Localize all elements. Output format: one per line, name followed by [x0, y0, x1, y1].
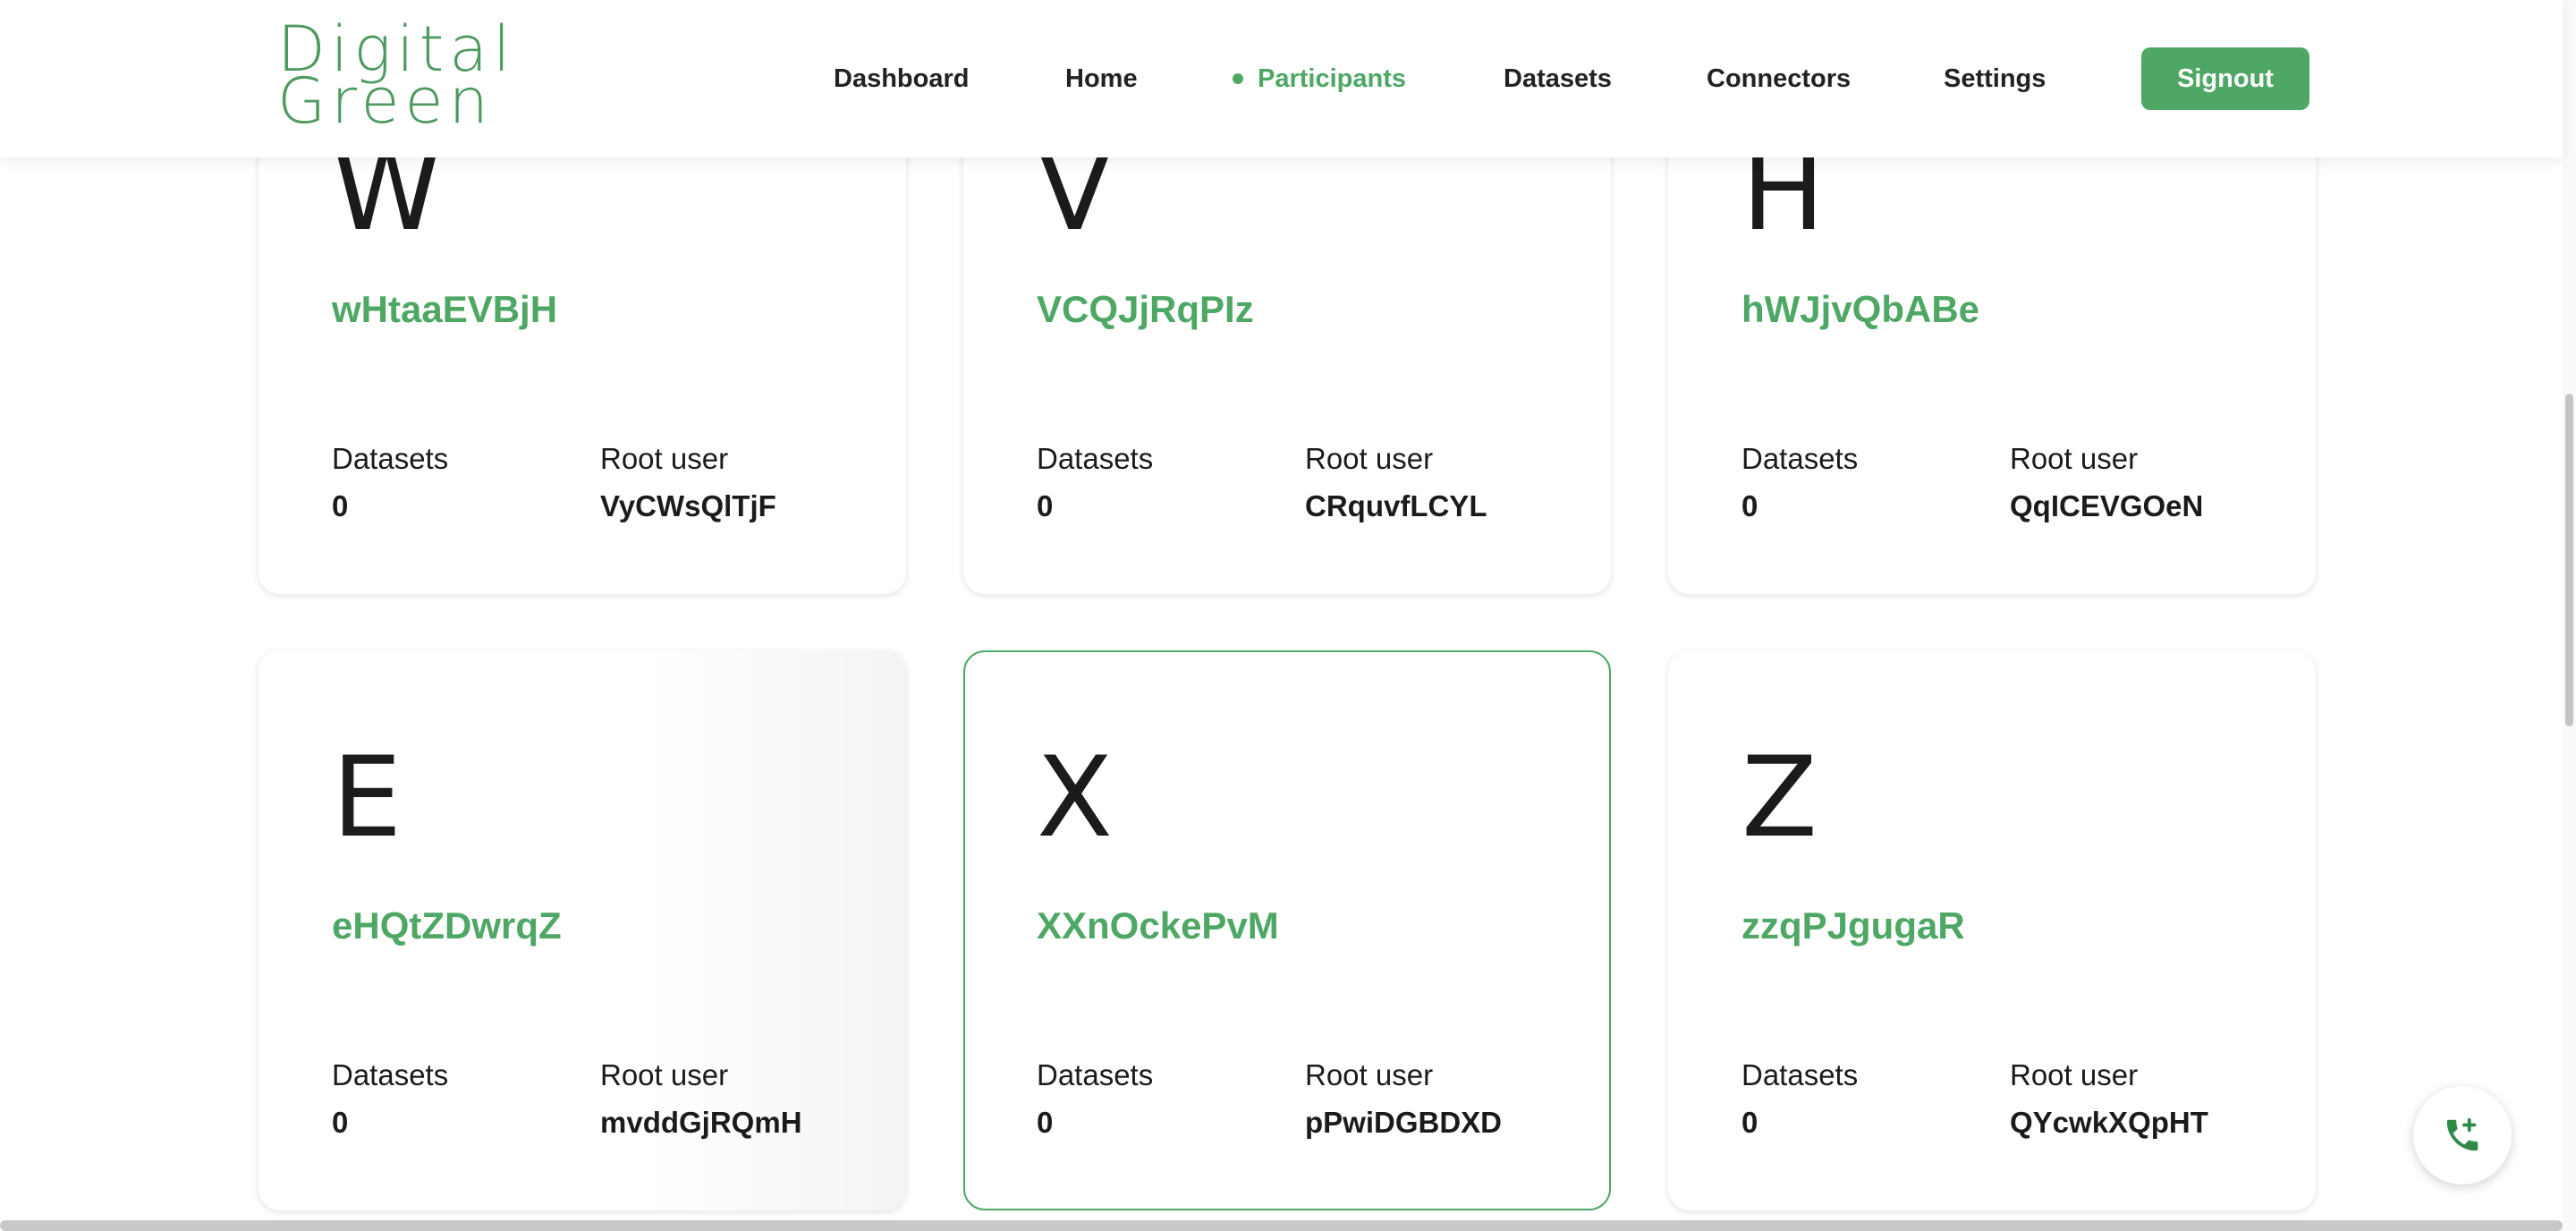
root-user-label: Root user: [1305, 442, 1434, 475]
root-user-value: pPwiDGBDXD: [1305, 1106, 1503, 1139]
datasets-label: Datasets: [332, 442, 449, 475]
datasets-label: Datasets: [1741, 442, 1859, 475]
participant-card[interactable]: H hWJjvQbABe Datasets 0 Root user QqICEV…: [1668, 107, 2316, 594]
participant-card[interactable]: V VCQJjRqPIz Datasets 0 Root user CRquvf…: [963, 107, 1611, 594]
participant-initial: X: [1037, 734, 1113, 862]
datasets-count: 0: [1741, 489, 1758, 522]
root-user-value: QqICEVGOeN: [2010, 489, 2204, 522]
datasets-label: Datasets: [1741, 1058, 1859, 1091]
participant-name[interactable]: zzqPJgugaR: [1741, 904, 1965, 947]
participant-name[interactable]: hWJjvQbABe: [1741, 288, 1979, 331]
nav-dashboard[interactable]: Dashboard: [834, 57, 969, 100]
root-user-label: Root user: [2010, 442, 2139, 475]
datasets-count: 0: [332, 489, 349, 522]
nav-home[interactable]: Home: [1065, 57, 1138, 100]
participant-card-hovered[interactable]: X XXnOckePvM Datasets 0 Root user pPwiDG…: [963, 650, 1611, 1210]
datasets-label: Datasets: [332, 1058, 449, 1091]
root-user-value: mvddGjRQmH: [600, 1106, 802, 1139]
active-indicator-dot: [1233, 73, 1243, 84]
participant-name[interactable]: XXnOckePvM: [1037, 904, 1279, 947]
root-user-label: Root user: [2010, 1058, 2139, 1091]
datasets-count: 0: [1741, 1106, 1758, 1139]
root-user-value: QYcwkXQpHT: [2010, 1106, 2208, 1139]
nav-datasets[interactable]: Datasets: [1504, 57, 1612, 100]
root-user-value: CRquvfLCYL: [1305, 489, 1487, 522]
vertical-scrollbar-thumb[interactable]: [2565, 394, 2573, 726]
phone-plus-icon: [2446, 1117, 2479, 1151]
datasets-label: Datasets: [1037, 442, 1154, 475]
participant-initial: E: [332, 734, 402, 862]
horizontal-scrollbar[interactable]: [0, 1220, 2563, 1231]
nav-participants[interactable]: Participants: [1258, 57, 1406, 100]
participant-card[interactable]: Z zzqPJgugaR Datasets 0 Root user QYcwkX…: [1668, 650, 2316, 1210]
call-support-button[interactable]: [2413, 1086, 2512, 1184]
datasets-label: Datasets: [1037, 1058, 1154, 1091]
participant-name[interactable]: VCQJjRqPIz: [1037, 288, 1254, 331]
signout-button[interactable]: Signout: [2141, 47, 2309, 110]
participant-initial: Z: [1741, 734, 1818, 862]
datasets-count: 0: [332, 1106, 349, 1139]
root-user-label: Root user: [600, 1058, 729, 1091]
nav-connectors[interactable]: Connectors: [1707, 57, 1851, 100]
participant-name[interactable]: wHtaaEVBjH: [332, 288, 557, 331]
root-user-label: Root user: [600, 442, 729, 475]
participant-card[interactable]: W wHtaaEVBjH Datasets 0 Root user VyCWsQ…: [258, 107, 906, 594]
digital-green-logo[interactable]: Digital Green: [277, 18, 555, 134]
root-user-value: VyCWsQlTjF: [600, 489, 776, 522]
nav-settings[interactable]: Settings: [1944, 57, 2046, 100]
participant-name[interactable]: eHQtZDwrqZ: [332, 904, 562, 947]
root-user-label: Root user: [1305, 1058, 1434, 1091]
datasets-count: 0: [1037, 1106, 1054, 1139]
top-navbar: Digital Green Dashboard Home Participant…: [0, 0, 2563, 157]
datasets-count: 0: [1037, 489, 1054, 522]
participant-card[interactable]: E eHQtZDwrqZ Datasets 0 Root user mvddGj…: [258, 650, 906, 1210]
